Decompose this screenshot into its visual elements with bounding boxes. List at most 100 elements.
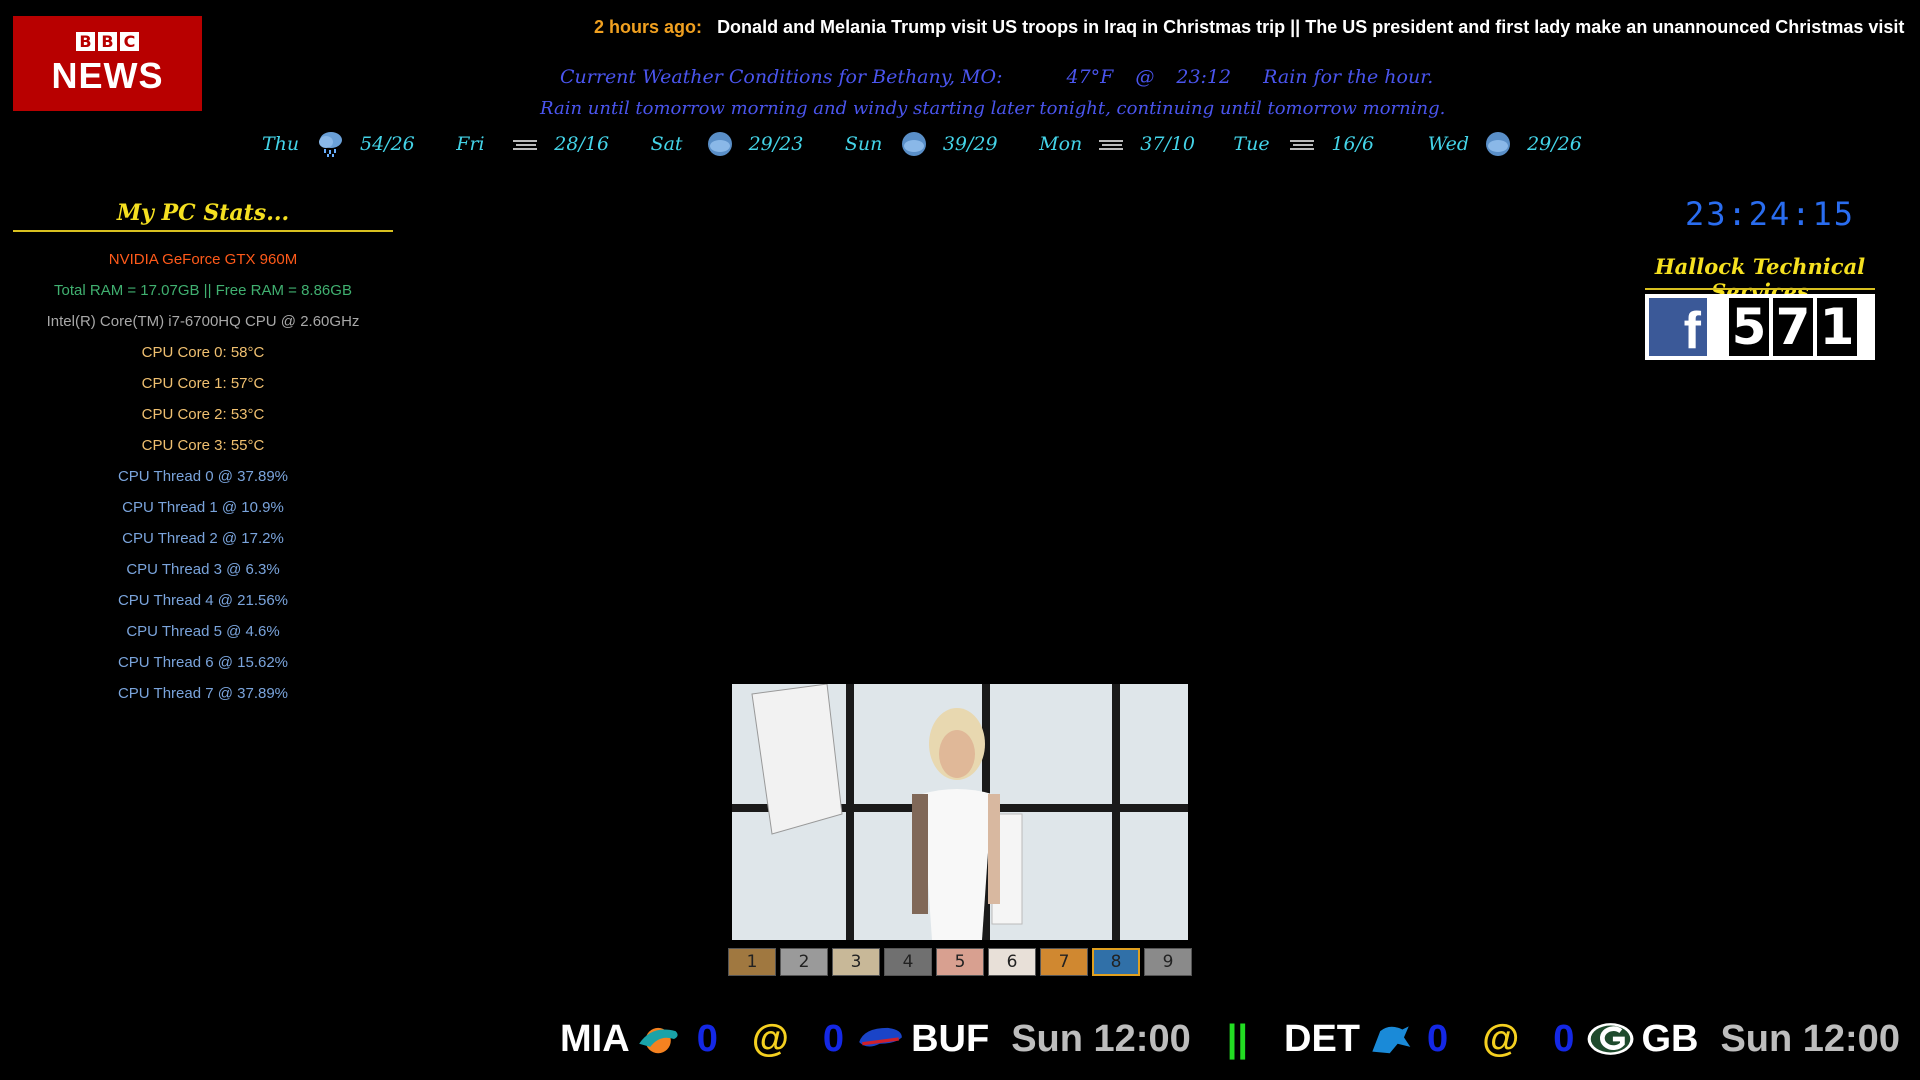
game-time: Sun 12:00 <box>1720 1017 1900 1060</box>
current-weather-label: Current Weather Conditions for Bethany, … <box>560 66 1003 88</box>
cloud-icon <box>901 132 926 156</box>
dolphins-logo-icon <box>638 1027 678 1054</box>
cpu-thread-usage: CPU Thread 3 @ 6.3% <box>126 561 280 578</box>
cpu-core-temp: CPU Core 1: 57°C <box>141 375 265 392</box>
forecast-day-name: Tue <box>1233 133 1270 155</box>
bills-logo-icon <box>859 1027 902 1047</box>
at-symbol: @ <box>751 1017 789 1060</box>
cpu-thread-usage: CPU Thread 0 @ 37.89% <box>117 468 289 485</box>
home-team: BUF <box>911 1017 990 1060</box>
at-symbol: @ <box>1135 66 1155 88</box>
video-thumbnail-strip: 1 2 3 4 5 6 7 8 9 <box>728 948 1194 978</box>
forecast-temps: 37/10 <box>1140 133 1196 155</box>
fog-icon <box>513 140 538 150</box>
facebook-icon: f <box>1649 298 1707 356</box>
away-team: MIA <box>560 1017 630 1060</box>
away-team: DET <box>1284 1017 1360 1060</box>
bbc-block: B <box>76 32 95 51</box>
scores-separator: || <box>1226 1017 1248 1060</box>
forecast-temps: 29/23 <box>748 133 804 155</box>
like-count-digit: 5 <box>1729 298 1769 356</box>
like-count-digit: 1 <box>1817 298 1857 356</box>
weather-summary: Rain for the hour. <box>1263 66 1434 88</box>
forecast-day: Tue 16/6 <box>1233 129 1427 159</box>
cpu-core-temp: CPU Core 3: 55°C <box>141 437 265 454</box>
away-score: 0 <box>696 1017 718 1060</box>
pc-stats-panel: My PC Stats... NVIDIA GeForce GTX 960M T… <box>13 196 393 709</box>
news-ticker[interactable]: 2 hours ago: Donald and Melania Trump vi… <box>594 17 1908 41</box>
forecast-strip: Thu 54/26 Fri 28/16 Sat 29/23 Sun 39/29 … <box>262 126 1622 162</box>
video-thumbnail[interactable]: 9 <box>1144 948 1192 976</box>
home-score: 0 <box>1553 1017 1575 1060</box>
forecast-day-name: Sun <box>844 133 883 155</box>
ticker-headline: Donald and Melania Trump visit US troops… <box>717 17 1908 37</box>
cloud-icon <box>707 132 732 156</box>
forecast-temps: 28/16 <box>554 133 610 155</box>
bbc-blocks: B B C <box>13 32 202 51</box>
forecast-day-name: Wed <box>1427 133 1470 155</box>
cloud-rain-icon <box>319 132 342 157</box>
video-thumbnail[interactable]: 2 <box>780 948 828 976</box>
forecast-day: Fri 28/16 <box>456 129 650 159</box>
packers-logo-icon <box>1587 1023 1634 1055</box>
video-thumbnail[interactable]: 4 <box>884 948 932 976</box>
bbc-block: C <box>120 32 139 51</box>
ticker-age: 2 hours ago: <box>594 17 703 37</box>
video-frame <box>732 684 1188 940</box>
home-score: 0 <box>822 1017 845 1060</box>
cloud-icon <box>1486 132 1511 156</box>
forecast-day: Sat 29/23 <box>651 129 845 159</box>
current-time: 23:12 <box>1176 66 1232 88</box>
cpu-thread-usage: CPU Thread 2 @ 17.2% <box>122 530 284 547</box>
cpu-core-temp: CPU Core 0: 58°C <box>141 344 265 361</box>
weather-detail: Rain until tomorrow morning and windy st… <box>540 98 1446 119</box>
forecast-day-name: Mon <box>1039 133 1083 155</box>
cpu-thread-usage: CPU Thread 6 @ 15.62% <box>117 654 289 671</box>
forecast-temps: 29/26 <box>1527 133 1582 155</box>
like-count: 5 7 1 <box>1729 298 1857 356</box>
home-team: GB <box>1641 1017 1699 1060</box>
cpu-core-temp: CPU Core 2: 53°C <box>141 406 265 423</box>
forecast-temps: 16/6 <box>1331 133 1375 155</box>
current-temp: 47°F <box>1066 66 1114 88</box>
divider <box>1645 288 1875 290</box>
at-symbol: @ <box>1482 1017 1520 1060</box>
video-player[interactable] <box>732 684 1188 940</box>
forecast-temps: 54/26 <box>360 133 415 155</box>
like-count-digit: 7 <box>1773 298 1813 356</box>
cpu-name: Intel(R) Core(TM) i7-6700HQ CPU @ 2.60GH… <box>46 313 360 330</box>
forecast-day: Sun 39/29 <box>845 129 1039 159</box>
lions-logo-icon <box>1372 1026 1411 1054</box>
digital-clock: 23:24:15 <box>1684 195 1856 233</box>
forecast-day: Thu 54/26 <box>262 129 456 159</box>
forecast-temps: 39/29 <box>942 133 998 155</box>
fog-icon <box>1290 140 1315 150</box>
facebook-like-counter[interactable]: f 5 7 1 <box>1645 294 1875 360</box>
divider <box>13 230 393 232</box>
game-time: Sun 12:00 <box>1011 1017 1191 1060</box>
bbc-news-logo: B B C NEWS <box>13 16 202 111</box>
video-thumbnail[interactable]: 7 <box>1040 948 1088 976</box>
forecast-day-name: Thu <box>262 133 300 155</box>
fog-icon <box>1099 140 1124 150</box>
bbc-block: B <box>98 32 117 51</box>
forecast-day-name: Sat <box>650 133 683 155</box>
away-score: 0 <box>1427 1017 1449 1060</box>
forecast-day: Mon 37/10 <box>1039 129 1233 159</box>
current-weather: Current Weather Conditions for Bethany, … <box>560 62 1433 92</box>
nfl-scoreboard: MIA 0 @ 0 BUF Sun 12:00 || DET 0 @ 0 GB … <box>560 1008 1900 1070</box>
forecast-day: Wed 29/26 <box>1428 129 1622 159</box>
gpu-name: NVIDIA GeForce GTX 960M <box>108 251 298 268</box>
pc-stats-title: My PC Stats... <box>116 200 290 226</box>
hallock-title: Hallock Technical Services <box>1654 254 1866 304</box>
cpu-thread-usage: CPU Thread 1 @ 10.9% <box>122 499 284 516</box>
video-thumbnail[interactable]: 3 <box>832 948 880 976</box>
video-thumbnail[interactable]: 6 <box>988 948 1036 976</box>
cpu-thread-usage: CPU Thread 7 @ 37.89% <box>117 685 289 702</box>
video-thumbnail[interactable]: 5 <box>936 948 984 976</box>
bbc-news-wordmark: NEWS <box>51 55 164 96</box>
video-thumbnail[interactable]: 1 <box>728 948 776 976</box>
cpu-thread-usage: CPU Thread 4 @ 21.56% <box>117 592 289 609</box>
video-thumbnail-active[interactable]: 8 <box>1092 948 1140 976</box>
cpu-thread-usage: CPU Thread 5 @ 4.6% <box>126 623 280 640</box>
